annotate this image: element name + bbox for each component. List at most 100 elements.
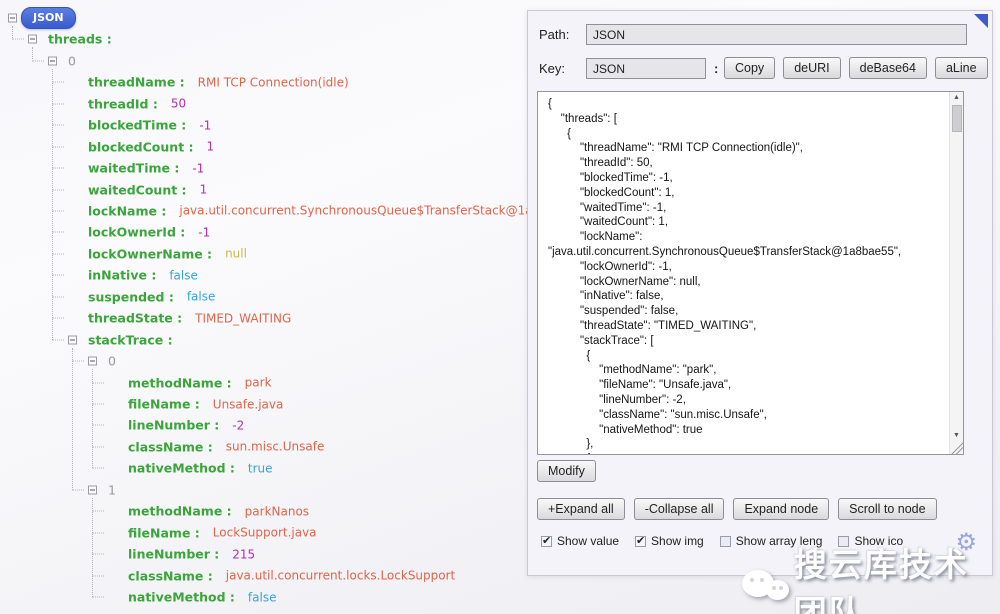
leaf-value: null: [225, 247, 247, 261]
tree-connector: [52, 318, 64, 319]
leaf-key[interactable]: nativeMethod :: [128, 461, 235, 476]
leaf-key[interactable]: waitedTime :: [88, 161, 179, 176]
tree-connector: [92, 446, 104, 447]
checkbox-show-img[interactable]: Show img: [635, 534, 704, 548]
debase64-button[interactable]: deBase64: [849, 57, 927, 79]
tree-connector: [92, 468, 104, 469]
checkbox-icon[interactable]: [635, 536, 646, 547]
node-label[interactable]: 0: [68, 53, 76, 68]
collapse-toggle[interactable]: [88, 357, 97, 366]
tree-connector: [52, 339, 64, 340]
corner-triangle-icon: [974, 14, 988, 28]
leaf-key[interactable]: waitedCount :: [88, 182, 187, 197]
root-badge[interactable]: JSON: [21, 7, 76, 29]
tree-connector: [52, 103, 64, 104]
tree-connector: [72, 489, 84, 490]
leaf-key[interactable]: threadName :: [88, 75, 185, 90]
checkbox-icon[interactable]: [541, 536, 552, 547]
leaf-value: 215: [232, 547, 255, 561]
scroll-to-node-button[interactable]: Scroll to node: [838, 498, 936, 520]
leaf-value: park: [245, 376, 272, 390]
key-input[interactable]: [586, 58, 706, 79]
deuri-button[interactable]: deURI: [783, 57, 840, 79]
modify-button[interactable]: Modify: [537, 460, 596, 482]
leaf-value: LockSupport.java: [213, 526, 317, 540]
expand-node-button[interactable]: Expand node: [733, 498, 829, 520]
node-label[interactable]: stackTrace :: [88, 332, 173, 347]
checkbox-label: Show array leng: [736, 534, 823, 548]
checkbox-icon[interactable]: [720, 536, 731, 547]
leaf-key[interactable]: suspended :: [88, 289, 174, 304]
json-tool-panel: Path: Key: : CopydeURIdeBase64aLine { "t…: [527, 10, 993, 576]
tree-connector: [52, 168, 64, 169]
checkbox-label: Show ico: [854, 534, 903, 548]
tree-connector: [52, 125, 64, 126]
scroll-up-arrow[interactable]: ▲: [950, 92, 963, 104]
leaf-key[interactable]: blockedCount :: [88, 139, 194, 154]
page: JSON threads : 0 threadName : RMI TCP Connec…: [0, 0, 1000, 614]
leaf-key[interactable]: methodName :: [128, 375, 232, 390]
checkbox-show-array-leng[interactable]: Show array leng: [720, 534, 823, 548]
leaf-key[interactable]: lineNumber :: [128, 418, 219, 433]
key-separator: :: [714, 61, 718, 76]
tree-connector: [92, 511, 104, 512]
json-raw-textarea[interactable]: { "threads": [ { "threadName": "RMI TCP …: [538, 92, 949, 454]
resize-grip[interactable]: [950, 441, 963, 454]
leaf-key[interactable]: className :: [128, 439, 213, 454]
tree-leaf-nativeMethod: nativeMethod : false: [0, 586, 1000, 607]
leaf-value: java.util.concurrent.SynchronousQueue$Tr…: [179, 204, 578, 218]
tree-connector: [52, 146, 64, 147]
leaf-value: 1: [200, 183, 208, 197]
vertical-scrollbar[interactable]: ▲ ▼: [949, 92, 963, 454]
tree-connector: [52, 296, 64, 297]
path-input[interactable]: [586, 24, 967, 45]
leaf-key[interactable]: fileName :: [128, 525, 200, 540]
leaf-key[interactable]: blockedTime :: [88, 118, 186, 133]
node-label[interactable]: 1: [108, 482, 116, 497]
leaf-key[interactable]: methodName :: [128, 504, 232, 519]
leaf-value: TIMED_WAITING: [195, 311, 291, 325]
leaf-value: sun.misc.Unsafe: [226, 440, 325, 454]
leaf-key[interactable]: threadId :: [88, 96, 158, 111]
leaf-key[interactable]: lockOwnerId :: [88, 225, 185, 240]
leaf-value: 1: [207, 140, 215, 154]
leaf-key[interactable]: lineNumber :: [128, 547, 219, 562]
checkbox-icon[interactable]: [838, 536, 849, 547]
leaf-value: false: [248, 590, 277, 604]
collapse-toggle[interactable]: [48, 56, 57, 65]
leaf-value: false: [169, 268, 198, 282]
leaf-value: RMI TCP Connection(idle): [198, 75, 349, 89]
checkbox-show-ico[interactable]: Show ico: [838, 534, 903, 548]
tree-connector: [52, 275, 64, 276]
checkbox-show-value[interactable]: Show value: [541, 534, 619, 548]
gear-icon[interactable]: ⚙: [955, 531, 977, 555]
aline-button[interactable]: aLine: [935, 57, 988, 79]
key-action-buttons: Copy deURI deBase64 aLine: [724, 57, 988, 79]
leaf-key[interactable]: nativeMethod :: [128, 590, 235, 605]
leaf-value: -2: [232, 418, 244, 432]
collapse-all-button[interactable]: -Collapse all: [634, 498, 725, 520]
scrollbar-thumb[interactable]: [952, 105, 962, 132]
leaf-value: parkNanos: [245, 504, 309, 518]
collapse-toggle[interactable]: [28, 35, 37, 44]
tree-connector: [72, 361, 84, 362]
leaf-key[interactable]: threadState :: [88, 311, 182, 326]
collapse-toggle[interactable]: [68, 335, 77, 344]
tree-connector: [92, 554, 104, 555]
copy-button[interactable]: Copy: [724, 57, 775, 79]
expand-all-button[interactable]: +Expand all: [537, 498, 625, 520]
leaf-key[interactable]: lockName :: [88, 203, 166, 218]
tree-connector: [92, 575, 104, 576]
checkbox-label: Show img: [651, 534, 704, 548]
tree-connector: [52, 82, 64, 83]
leaf-value: -1: [199, 118, 211, 132]
collapse-toggle[interactable]: [8, 13, 17, 22]
leaf-key[interactable]: fileName :: [128, 397, 200, 412]
leaf-key[interactable]: lockOwnerName :: [88, 246, 212, 261]
tree-connector: [32, 60, 44, 61]
node-label[interactable]: 0: [108, 354, 116, 369]
node-label[interactable]: threads :: [48, 32, 112, 47]
collapse-toggle[interactable]: [88, 485, 97, 494]
leaf-key[interactable]: inNative :: [88, 268, 156, 283]
leaf-key[interactable]: className :: [128, 568, 213, 583]
